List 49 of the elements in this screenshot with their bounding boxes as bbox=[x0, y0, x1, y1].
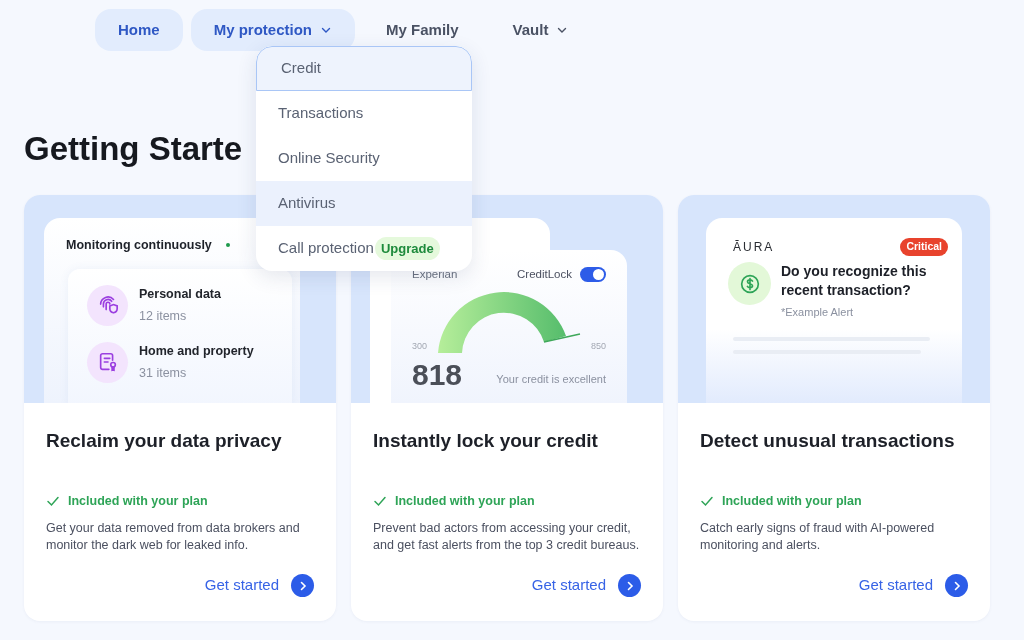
menu-item[interactable]: Credit bbox=[256, 46, 472, 91]
brand-logo: ĀURA bbox=[733, 239, 775, 256]
arrow-button[interactable] bbox=[291, 574, 314, 597]
included-label: Included with your plan bbox=[395, 493, 535, 510]
card-title: Detect unusual transactions bbox=[700, 429, 956, 453]
credit-score: 818 bbox=[412, 359, 463, 392]
item-count: 31 items bbox=[139, 364, 188, 382]
included-label: Included with your plan bbox=[722, 493, 862, 510]
check-icon bbox=[46, 494, 60, 509]
toggle-switch[interactable] bbox=[580, 267, 606, 283]
check-icon bbox=[373, 494, 387, 509]
item-name: Home and property bbox=[139, 343, 254, 360]
menu-item[interactable]: Call protection Upgrade bbox=[256, 226, 472, 271]
scale-min: 300 bbox=[412, 339, 428, 353]
card-description: Get your data removed from data brokers and monitor the dark web for leaked info. bbox=[46, 519, 301, 555]
menu-item[interactable]: Antivirus bbox=[256, 181, 472, 226]
item-name: Personal data bbox=[139, 286, 221, 303]
menu-item-label: Credit bbox=[281, 58, 321, 79]
card-description: Catch early signs of fraud with AI-powered monitoring and alerts. bbox=[700, 519, 936, 555]
critical-badge: Critical bbox=[900, 238, 948, 256]
menu-item-label: Transactions bbox=[278, 103, 364, 124]
get-started-link[interactable]: Get started bbox=[858, 574, 933, 597]
scale-max: 850 bbox=[590, 339, 606, 353]
example-note: *Example Alert bbox=[781, 305, 855, 320]
nav-tab[interactable]: My protection bbox=[190, 9, 356, 51]
card-description: Prevent bad actors from accessing your credit, and get fast alerts from the top 3 credit bureaus. bbox=[373, 519, 641, 555]
get-started-link[interactable]: Get started bbox=[204, 574, 279, 597]
nav-tab[interactable]: Home bbox=[95, 9, 183, 51]
page-heading: Getting Starte bbox=[24, 129, 243, 169]
get-started-link[interactable]: Get started bbox=[531, 574, 606, 597]
arrow-button[interactable] bbox=[618, 574, 641, 597]
credit-rating: Your credit is excellent bbox=[496, 371, 606, 387]
included-label: Included with your plan bbox=[68, 493, 208, 510]
upgrade-badge: Upgrade bbox=[374, 236, 440, 261]
item-count: 12 items bbox=[139, 307, 188, 325]
card-title: Instantly lock your credit bbox=[373, 429, 599, 453]
nav-tab[interactable]: Vault bbox=[489, 9, 592, 51]
menu-item-label: Online Security bbox=[278, 148, 380, 169]
menu-item-label: Call protection bbox=[278, 238, 374, 259]
dollar-icon bbox=[739, 273, 760, 294]
arrow-button[interactable] bbox=[945, 574, 968, 597]
menu-item[interactable]: Online Security bbox=[256, 136, 472, 181]
monitoring-status: Monitoring continuously bbox=[66, 237, 212, 254]
check-icon bbox=[700, 494, 714, 509]
menu-item[interactable]: Transactions bbox=[256, 91, 472, 136]
creditlock-label: CreditLock bbox=[517, 267, 572, 282]
card-title: Reclaim your data privacy bbox=[46, 429, 283, 453]
alert-question: Do you recognize this recent transaction? bbox=[781, 262, 928, 300]
menu-item-label: Antivirus bbox=[278, 193, 336, 214]
